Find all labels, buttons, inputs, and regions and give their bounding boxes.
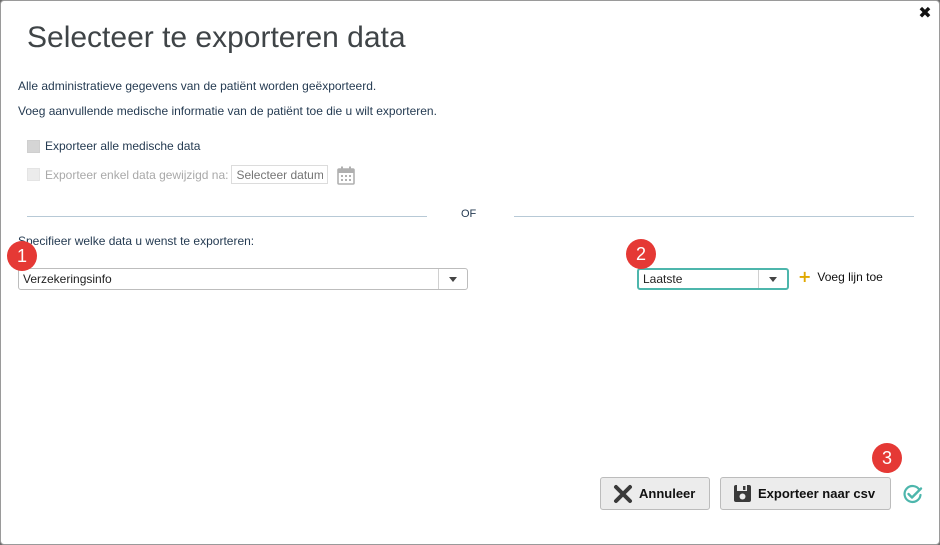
date-input[interactable]: [231, 165, 329, 184]
data-type-select-value: Verzekeringsinfo: [23, 272, 112, 286]
export-changed-checkbox[interactable]: [27, 168, 40, 181]
or-separator-label: OF: [461, 208, 477, 220]
plus-icon: +: [798, 267, 812, 286]
export-changed-label: Exporteer enkel data gewijzigd na:: [45, 167, 229, 182]
export-changed-option: Exporteer enkel data gewijzigd na:: [27, 165, 356, 185]
export-csv-button-label: Exporteer naar csv: [758, 486, 876, 501]
info-text-medical: Voeg aanvullende medische informatie van…: [18, 104, 437, 118]
add-line-label: Voeg lijn toe: [817, 270, 883, 284]
save-icon: [733, 484, 752, 503]
scope-select-value: Laatste: [643, 272, 683, 286]
cancel-button-label: Annuleer: [639, 486, 696, 501]
cancel-button[interactable]: Annuleer: [600, 477, 710, 510]
info-text-administrative: Alle administratieve gegevens van de pat…: [18, 79, 377, 93]
divider-left: [27, 216, 427, 217]
calendar-icon[interactable]: [337, 166, 356, 185]
chevron-down-icon[interactable]: [758, 270, 787, 288]
export-dialog: ✖ Selecteer te exporteren data Alle admi…: [0, 0, 940, 545]
close-icon[interactable]: ✖: [917, 5, 933, 21]
dialog-title: Selecteer te exporteren data: [27, 21, 406, 54]
scope-select[interactable]: Laatste: [637, 268, 789, 290]
step-badge-2: 2: [626, 239, 656, 269]
check-circle-icon: [903, 484, 923, 509]
export-csv-button[interactable]: Exporteer naar csv: [720, 477, 891, 510]
close-x-icon: [613, 484, 633, 504]
specify-label: Specifieer welke data u wenst te exporte…: [18, 234, 255, 248]
export-all-checkbox[interactable]: [27, 139, 40, 153]
export-all-label: Exporteer alle medische data: [45, 139, 201, 153]
data-type-select[interactable]: Verzekeringsinfo: [18, 268, 468, 290]
chevron-down-icon[interactable]: [438, 269, 467, 289]
step-badge-1: 1: [7, 241, 37, 271]
step-badge-3: 3: [872, 443, 902, 473]
divider-right: [514, 216, 914, 217]
add-line-button[interactable]: + Voeg lijn toe: [798, 267, 883, 286]
export-all-option[interactable]: Exporteer alle medische data: [27, 139, 200, 153]
